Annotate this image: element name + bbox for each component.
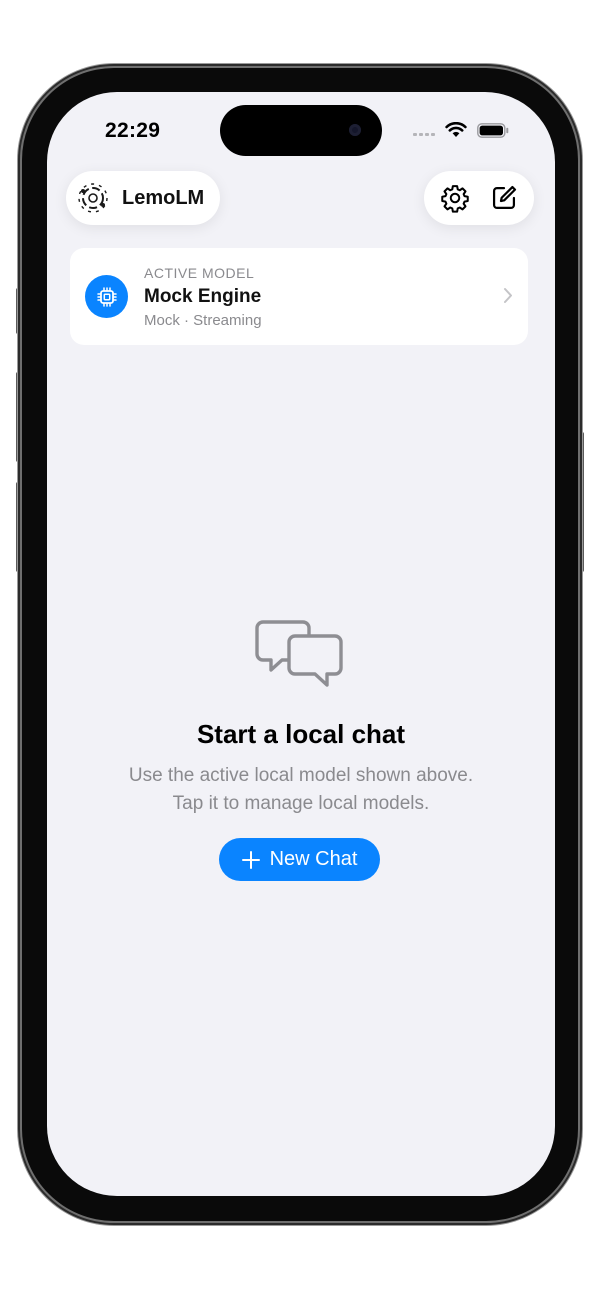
empty-state-subtitle: Use the active local model shown above. … — [47, 762, 555, 818]
new-chat-compose-button[interactable] — [483, 177, 525, 219]
battery-icon — [477, 122, 509, 138]
new-chat-button[interactable]: New Chat — [219, 838, 380, 881]
plus-icon — [241, 850, 260, 869]
volume-up-button — [16, 372, 21, 462]
silent-switch — [16, 288, 21, 334]
nav-actions — [424, 171, 534, 225]
active-model-meta: Mock · Streaming — [144, 312, 262, 329]
empty-state-subtitle-line-2: Tap it to manage local models. — [172, 793, 430, 814]
chat-bubbles-icon — [255, 620, 343, 687]
active-model-card[interactable]: ACTIVE MODEL Mock Engine Mock · Streamin… — [70, 248, 528, 345]
empty-state-subtitle-line-1: Use the active local model shown above. — [128, 765, 474, 786]
app-brand[interactable]: LemoLM — [66, 171, 220, 225]
dynamic-island — [220, 105, 382, 156]
phone-screen: 22:29 LemoLM ACTIVE MODEL Mock Engine Mo… — [47, 92, 555, 1196]
active-model-name: Mock Engine — [144, 286, 262, 307]
volume-down-button — [16, 482, 21, 572]
empty-state-title: Start a local chat — [196, 719, 406, 749]
new-chat-button-label: New Chat — [269, 848, 358, 870]
gear-icon — [440, 185, 469, 213]
status-icons — [413, 122, 509, 138]
app-logo-icon — [78, 183, 108, 213]
status-time: 22:29 — [105, 119, 161, 142]
wifi-icon — [445, 122, 467, 138]
chevron-right-icon — [504, 288, 512, 303]
cellular-signal-icon — [413, 124, 435, 136]
cpu-chip-icon — [96, 286, 117, 307]
front-camera — [349, 124, 361, 136]
compose-icon — [492, 185, 516, 210]
power-button — [579, 432, 584, 572]
active-model-label: ACTIVE MODEL — [144, 265, 255, 281]
model-icon-badge — [85, 275, 128, 318]
app-name: LemoLM — [122, 186, 205, 209]
settings-button[interactable] — [434, 177, 476, 219]
